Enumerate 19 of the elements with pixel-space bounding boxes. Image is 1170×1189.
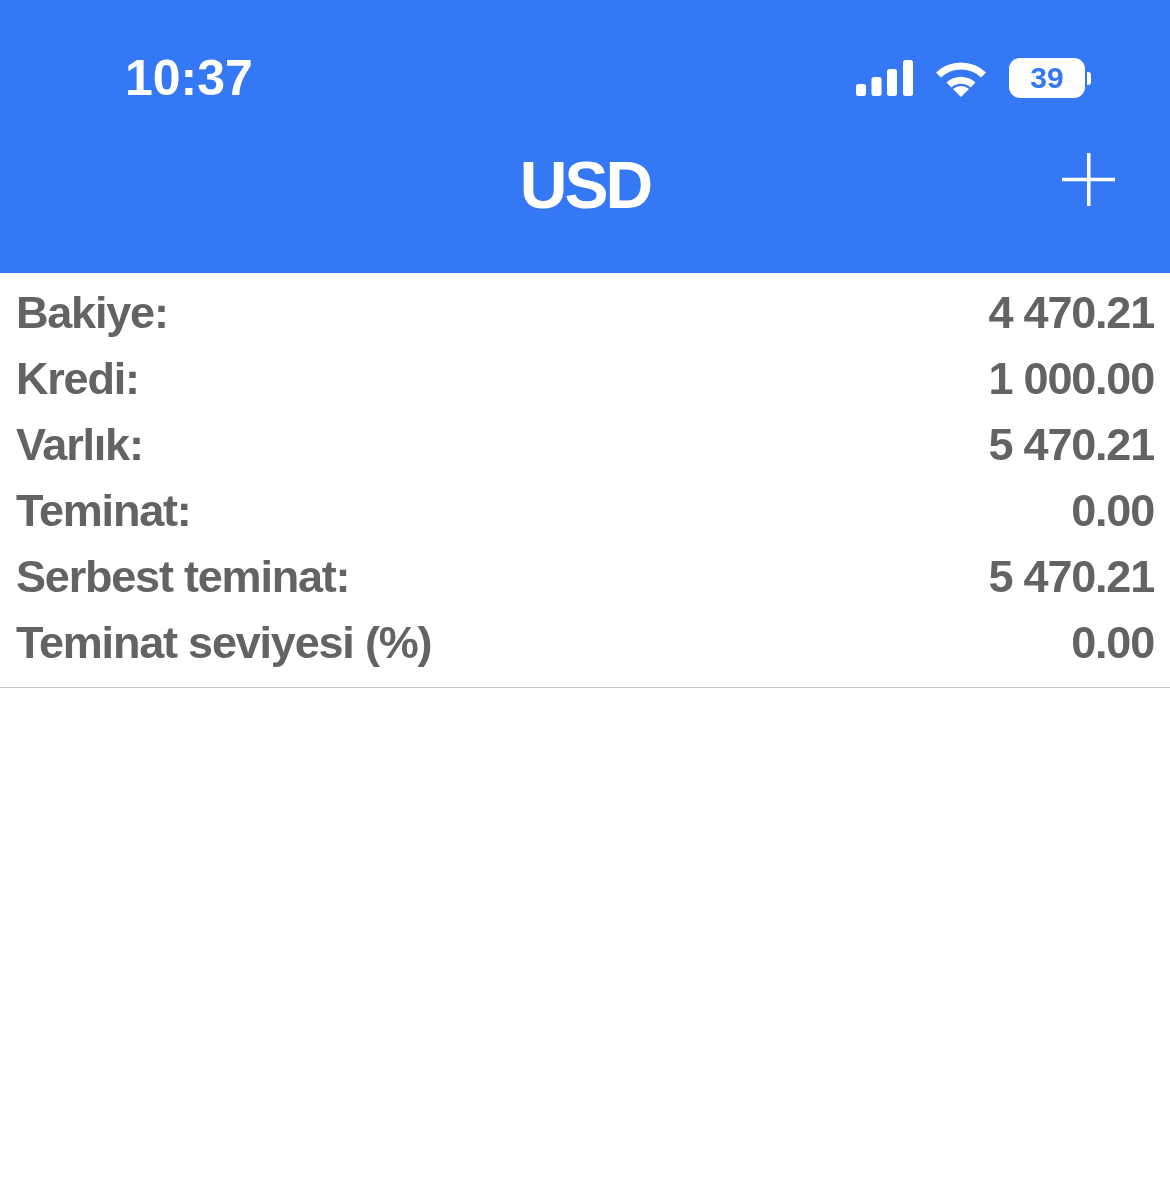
account-value: 5 470.21	[988, 419, 1154, 471]
plus-icon	[1062, 153, 1115, 206]
account-value: 5 470.21	[988, 551, 1154, 603]
account-label: Teminat:	[16, 485, 191, 537]
account-value: 0.00	[1071, 485, 1154, 537]
account-label: Serbest teminat:	[16, 551, 350, 603]
account-label: Varlık:	[16, 419, 143, 471]
signal-icon	[856, 60, 913, 96]
account-value: 0.00	[1071, 617, 1154, 669]
add-button[interactable]	[1062, 153, 1115, 206]
account-label: Bakiye:	[16, 287, 168, 339]
account-value: 1 000.00	[988, 353, 1154, 405]
screen-title: USD	[519, 147, 651, 224]
account-value: 4 470.21	[988, 287, 1154, 339]
account-label: Teminat seviyesi (%)	[16, 617, 432, 669]
wifi-icon	[935, 59, 987, 97]
battery-percentage: 39	[1009, 58, 1085, 98]
status-time: 10:37	[125, 50, 253, 106]
account-label: Kredi:	[16, 353, 139, 405]
